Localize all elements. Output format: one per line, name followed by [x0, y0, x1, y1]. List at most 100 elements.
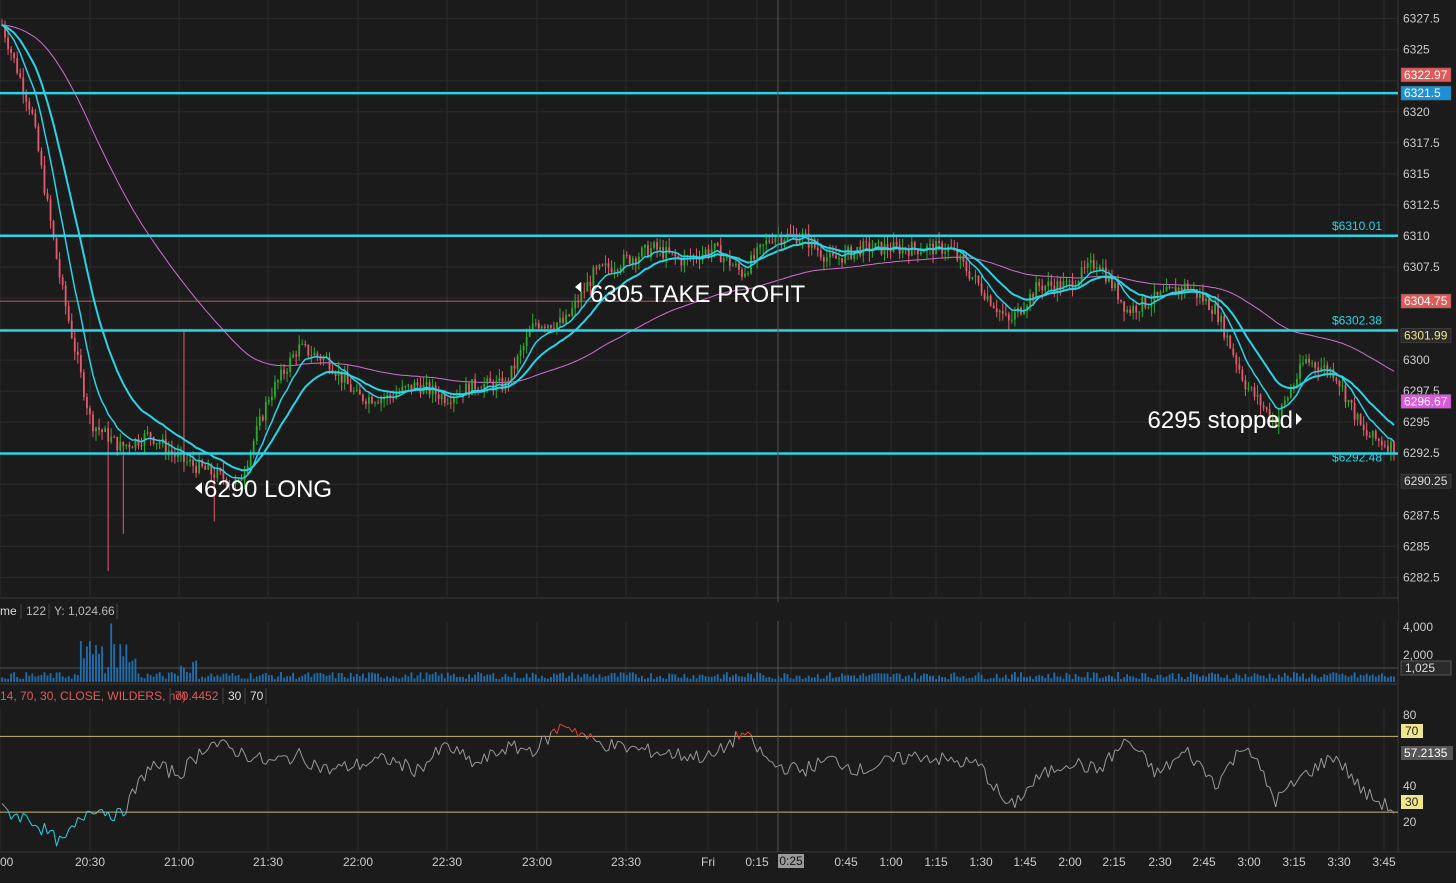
volume-bar	[1011, 674, 1013, 682]
volume-bar	[332, 672, 334, 682]
volume-bar	[486, 675, 488, 682]
volume-bar	[862, 673, 864, 682]
rsi-segment	[606, 751, 609, 752]
candle-body	[1199, 294, 1201, 298]
volume-bar	[162, 676, 164, 682]
candle-body	[817, 248, 819, 251]
time-label: 2:15	[1102, 855, 1126, 869]
volume-bar	[1205, 677, 1207, 682]
trading-chart[interactable]: 6305 TAKE PROFIT 6290 LONG 6295 stopped …	[0, 0, 1456, 878]
volume-bar	[1211, 673, 1213, 682]
volume-bar	[1329, 674, 1331, 682]
volume-bar	[1154, 679, 1156, 682]
candle-body	[762, 244, 764, 245]
volume-bar	[362, 674, 364, 682]
price-tick: 6285	[1403, 539, 1430, 553]
candle-body	[1208, 299, 1210, 310]
candle-body	[404, 386, 406, 387]
candle-body	[1011, 320, 1013, 321]
volume-bar	[210, 674, 212, 682]
volume-bar	[365, 678, 367, 682]
volume-bar	[1114, 679, 1116, 682]
volume-bar	[1050, 678, 1052, 682]
candle-body	[523, 346, 525, 350]
volume-bar	[438, 676, 440, 682]
candle-body	[426, 382, 428, 385]
volume-bar	[753, 678, 755, 682]
rsi-segment	[63, 837, 66, 838]
volume-bar	[999, 678, 1001, 682]
candle-body	[1084, 267, 1086, 268]
candle-body	[568, 314, 570, 315]
volume-bar	[696, 678, 698, 682]
rsi-segment	[712, 756, 715, 757]
price-tick: 6310	[1403, 229, 1430, 243]
volume-bar	[1035, 676, 1037, 682]
candle-body	[13, 53, 15, 58]
volume-bar	[383, 678, 385, 682]
volume-bar	[80, 641, 82, 682]
volume-bar	[838, 677, 840, 682]
volume-bar	[1160, 675, 1162, 682]
volume-bar	[962, 676, 964, 682]
volume-bar	[662, 678, 664, 682]
candle-body	[25, 94, 27, 102]
volume-bar	[750, 674, 752, 682]
volume-bar	[1378, 675, 1380, 682]
volume-bar	[301, 676, 303, 682]
volume-bar	[1229, 679, 1231, 682]
volume-bar	[1263, 676, 1265, 682]
candle-body	[1166, 287, 1168, 291]
volume-bar	[207, 676, 209, 682]
volume-bar	[374, 673, 376, 682]
volume-bar	[595, 678, 597, 682]
volume-bar	[1178, 674, 1180, 682]
volume-bar	[665, 679, 667, 682]
volume-bar	[859, 675, 861, 682]
volume-bar	[168, 673, 170, 682]
candle-body	[50, 199, 52, 221]
candle-body	[617, 270, 619, 271]
price-badge: 6322.97	[1404, 68, 1448, 82]
volume-bar	[468, 674, 470, 682]
volume-bar	[644, 679, 646, 682]
volume-bar	[247, 679, 249, 682]
price-badge: 6304.75	[1404, 294, 1448, 308]
candle-body	[544, 327, 546, 328]
volume-bar	[887, 674, 889, 682]
candle-body	[862, 241, 864, 255]
candle-body	[565, 314, 567, 322]
candle-body	[1260, 395, 1262, 406]
volume-bar	[932, 676, 934, 682]
volume-bar	[529, 677, 531, 682]
volume-bar	[389, 678, 391, 682]
time-label: 1:30	[969, 855, 993, 869]
volume-bar	[1384, 676, 1386, 682]
candle-body	[1005, 314, 1007, 315]
volume-bar	[608, 676, 610, 682]
volume-bar	[341, 673, 343, 682]
volume-bar	[359, 676, 361, 682]
volume-bar	[62, 676, 64, 682]
volume-bar	[232, 673, 234, 682]
candle-body	[31, 110, 33, 114]
candle-body	[253, 441, 255, 452]
candle-body	[975, 276, 977, 277]
volume-bar	[138, 674, 140, 682]
volume-bar	[356, 674, 358, 682]
volume-bar	[1138, 679, 1140, 682]
volume-bar	[929, 676, 931, 682]
price-badge: 6296.67	[1404, 394, 1448, 408]
volume-bar	[204, 678, 206, 682]
volume-bar	[186, 672, 188, 682]
candle-body	[195, 466, 197, 473]
volume-bar	[150, 675, 152, 682]
candle-body	[1363, 425, 1365, 431]
volume-bar	[944, 677, 946, 682]
candle-body	[1284, 401, 1286, 405]
volume-bar	[556, 675, 558, 682]
candle-body	[1002, 311, 1004, 314]
volume-bar	[1366, 674, 1368, 682]
volume-bar	[1223, 678, 1225, 682]
volume-bar	[1032, 679, 1034, 682]
